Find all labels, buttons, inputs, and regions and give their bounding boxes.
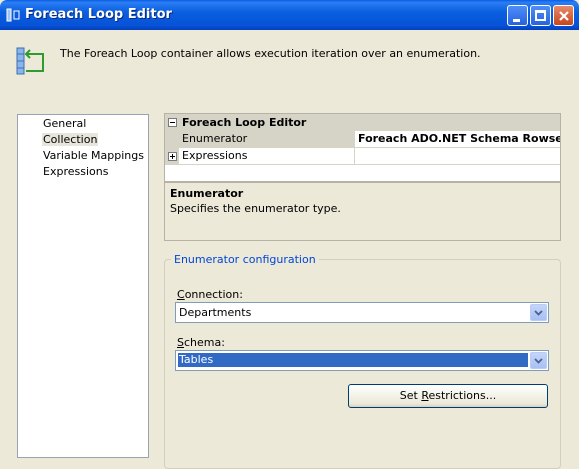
minimize-icon xyxy=(513,19,520,22)
description-text: Specifies the enumerator type. xyxy=(170,202,341,215)
property-description-panel: Enumerator Specifies the enumerator type… xyxy=(164,182,561,241)
collapse-icon[interactable] xyxy=(168,118,177,127)
set-restrictions-button[interactable]: Set Restrictions... xyxy=(348,384,548,408)
group-title: Enumerator configuration xyxy=(171,253,319,266)
dropdown-button[interactable] xyxy=(530,352,547,369)
grid-category-label: Foreach Loop Editor xyxy=(182,116,307,129)
chevron-down-icon xyxy=(534,358,543,364)
grid-row-enumerator[interactable]: Enumerator Foreach ADO.NET Schema Rowset… xyxy=(165,131,560,148)
close-icon xyxy=(559,11,569,21)
maximize-icon xyxy=(535,10,546,21)
close-button[interactable] xyxy=(553,5,574,26)
window-title: Foreach Loop Editor xyxy=(25,7,172,22)
chevron-down-icon xyxy=(534,310,543,316)
grid-category-row[interactable]: Foreach Loop Editor xyxy=(165,114,560,131)
nav-item-general[interactable]: General xyxy=(42,117,87,130)
maximize-button[interactable] xyxy=(530,5,551,26)
foreach-loop-app-icon xyxy=(6,8,20,22)
expressions-value[interactable] xyxy=(355,148,560,165)
grid-row-name: Enumerator xyxy=(179,131,355,148)
header-description: The Foreach Loop container allows execut… xyxy=(60,47,481,60)
connection-label: Connection: xyxy=(177,288,243,301)
dropdown-button[interactable] xyxy=(530,304,547,321)
nav-item-expressions[interactable]: Expressions xyxy=(42,165,109,178)
nav-item-collection[interactable]: Collection xyxy=(42,133,99,146)
schema-label: Schema: xyxy=(177,336,225,349)
grid-row-name: Expressions xyxy=(179,148,355,165)
dialog-header: The Foreach Loop container allows execut… xyxy=(0,30,579,114)
connection-dropdown[interactable]: Departments xyxy=(175,302,549,323)
schema-value: Tables xyxy=(178,353,528,367)
description-title: Enumerator xyxy=(170,187,244,200)
grid-row-expressions[interactable]: Expressions xyxy=(165,148,560,165)
foreach-loop-container-icon xyxy=(15,45,47,80)
property-grid[interactable]: Foreach Loop Editor Enumerator Foreach A… xyxy=(164,113,561,182)
schema-dropdown[interactable]: Tables xyxy=(175,350,549,371)
enumerator-value[interactable]: Foreach ADO.NET Schema Rowset Enumerator xyxy=(355,131,560,148)
connection-value: Departments xyxy=(179,306,252,319)
expand-icon[interactable] xyxy=(168,152,177,161)
title-bar[interactable]: Foreach Loop Editor xyxy=(0,0,579,30)
page-navigation-list[interactable]: General Collection Variable Mappings Exp… xyxy=(17,114,149,458)
nav-item-variable-mappings[interactable]: Variable Mappings xyxy=(42,149,145,162)
minimize-button[interactable] xyxy=(507,5,528,26)
